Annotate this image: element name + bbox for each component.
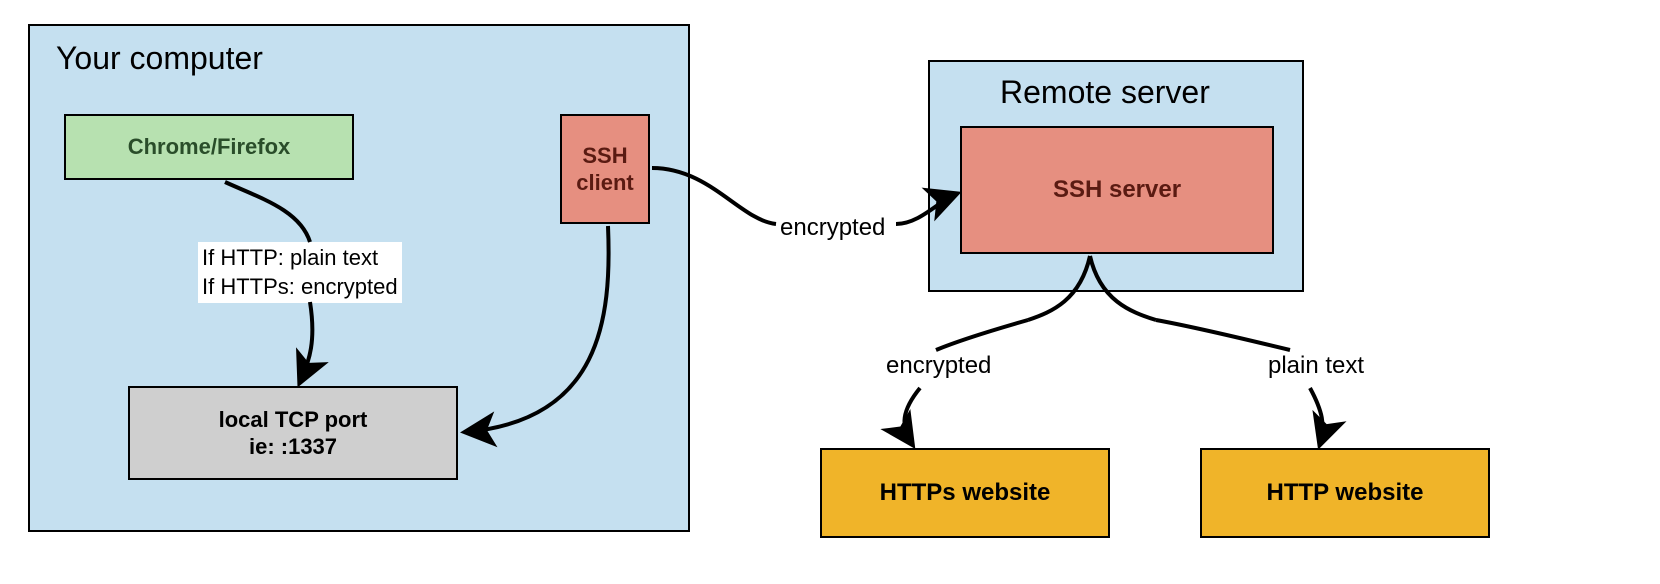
http-note-line1: If HTTP: plain text [202, 244, 398, 273]
remote-server-title: Remote server [1000, 74, 1210, 111]
encrypted-tunnel-label: encrypted [780, 214, 885, 242]
plaintext-out-label: plain text [1268, 352, 1364, 380]
your-computer-title: Your computer [56, 40, 263, 77]
local-tcp-port-box: local TCP port ie: :1337 [128, 386, 458, 480]
browser-label: Chrome/Firefox [128, 133, 291, 161]
connector-left [936, 320, 1028, 350]
ssh-server-label: SSH server [1053, 175, 1181, 205]
http-note-line2: If HTTPs: encrypted [202, 273, 398, 302]
encrypted-out-label: encrypted [886, 352, 991, 380]
https-website-label: HTTPs website [880, 478, 1051, 508]
http-website-label: HTTP website [1267, 478, 1424, 508]
ssh-client-box: SSH client [560, 114, 650, 224]
connector-right [1156, 320, 1290, 350]
ssh-client-line2: client [576, 169, 633, 197]
http-note: If HTTP: plain text If HTTPs: encrypted [198, 242, 402, 303]
local-port-line2: ie: :1337 [249, 433, 337, 461]
https-website-box: HTTPs website [820, 448, 1110, 538]
arrow-to-https [904, 388, 920, 444]
ssh-client-line1: SSH [582, 142, 627, 170]
browser-box: Chrome/Firefox [64, 114, 354, 180]
local-port-line1: local TCP port [219, 406, 368, 434]
arrow-to-http [1310, 388, 1323, 444]
ssh-server-box: SSH server [960, 126, 1274, 254]
http-website-box: HTTP website [1200, 448, 1490, 538]
